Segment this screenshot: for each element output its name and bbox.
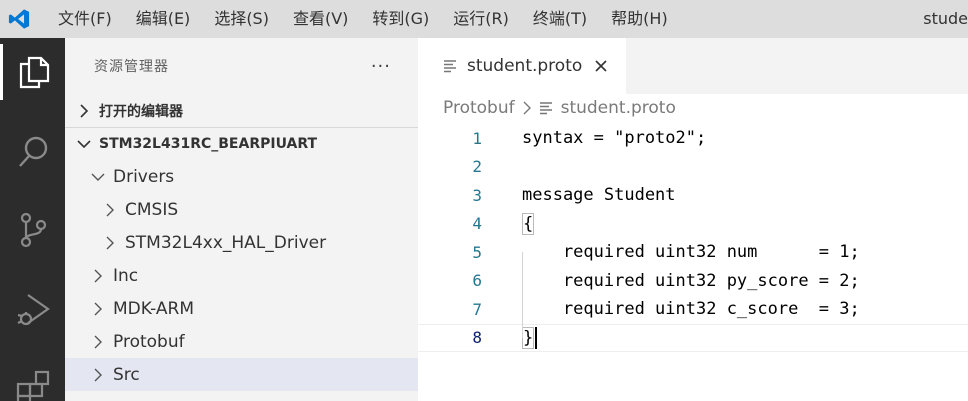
matched-brace: { <box>522 212 535 235</box>
code-line[interactable]: 2 <box>418 153 968 182</box>
menu-file[interactable]: 文件(F) <box>38 0 124 38</box>
chevron-right-icon <box>87 265 109 287</box>
vscode-logo-icon <box>0 0 38 38</box>
tree-item-label: MDK-ARM <box>113 298 194 319</box>
line-number: 8 <box>472 328 482 348</box>
tree-item-drivers[interactable]: Drivers <box>65 160 418 193</box>
more-actions-icon[interactable]: ··· <box>371 56 391 77</box>
tab-student-proto[interactable]: student.proto <box>418 38 626 94</box>
file-lines-icon <box>443 59 457 73</box>
run-debug-icon[interactable] <box>0 282 65 338</box>
editor-area: student.proto Protobuf student.proto 1 s… <box>418 38 968 401</box>
code-line[interactable]: 6 required uint32 py_score = 2; <box>418 267 968 296</box>
menu-help[interactable]: 帮助(H) <box>599 0 680 38</box>
tree-item-mdk-arm[interactable]: MDK-ARM <box>65 292 418 325</box>
tree-item-cmsis[interactable]: CMSIS <box>65 193 418 226</box>
chevron-right-icon <box>87 298 109 320</box>
explorer-sidebar: 资源管理器 ··· 打开的编辑器 STM32L431RC_BEARPIUART … <box>65 38 418 401</box>
line-text: { <box>522 212 535 235</box>
text-cursor <box>535 326 538 349</box>
editor-tabs: student.proto <box>418 38 968 94</box>
line-text: required uint32 py_score = 2; <box>522 270 860 291</box>
file-lines-icon <box>539 101 553 115</box>
menu-selection[interactable]: 选择(S) <box>202 0 281 38</box>
title-bar: 文件(F) 编辑(E) 选择(S) 查看(V) 转到(G) 运行(R) 终端(T… <box>0 0 968 38</box>
open-editors-section[interactable]: 打开的编辑器 <box>65 94 418 127</box>
chevron-right-icon <box>87 331 109 353</box>
menu-bar: 文件(F) 编辑(E) 选择(S) 查看(V) 转到(G) 运行(R) 终端(T… <box>38 0 680 38</box>
line-text: required uint32 c_score = 3; <box>522 299 860 320</box>
line-number: 3 <box>472 185 482 205</box>
menu-view[interactable]: 查看(V) <box>281 0 360 38</box>
tree-item-src[interactable]: Src <box>65 358 418 391</box>
chevron-down-icon <box>87 166 109 188</box>
tree-item-protobuf[interactable]: Protobuf <box>65 325 418 358</box>
menu-terminal[interactable]: 终端(T) <box>521 0 599 38</box>
code-line-current[interactable]: 8 } <box>418 323 968 352</box>
search-icon[interactable] <box>0 124 65 180</box>
breadcrumb-file[interactable]: student.proto <box>561 98 676 118</box>
explorer-header: 资源管理器 ··· <box>65 38 418 94</box>
tree-item-label: Drivers <box>113 166 175 187</box>
files-icon[interactable] <box>0 44 65 100</box>
breadcrumb: Protobuf student.proto <box>418 94 968 122</box>
tab-label: student.proto <box>467 56 583 76</box>
chevron-right-icon <box>73 100 95 122</box>
line-number: 6 <box>472 271 482 291</box>
line-text: } <box>522 326 538 349</box>
source-control-icon[interactable] <box>0 202 65 258</box>
chevron-right-icon <box>99 199 121 221</box>
tree-item-label: Inc <box>113 265 139 286</box>
code-line[interactable]: 3 message Student <box>418 181 968 210</box>
code-line[interactable]: 1 syntax = "proto2"; <box>418 124 968 153</box>
breadcrumb-folder[interactable]: Protobuf <box>443 98 515 118</box>
chevron-right-icon <box>87 364 109 386</box>
chevron-right-icon <box>523 101 531 115</box>
tree-item-label: Src <box>113 364 140 385</box>
menu-go[interactable]: 转到(G) <box>360 0 441 38</box>
window-title: stude <box>923 9 968 28</box>
tree-item-hal-driver[interactable]: STM32L4xx_HAL_Driver <box>65 226 418 259</box>
line-number: 2 <box>472 157 482 177</box>
code-line[interactable]: 4 { <box>418 210 968 239</box>
line-text: message Student <box>522 185 676 206</box>
line-number: 4 <box>472 214 482 234</box>
open-editors-label: 打开的编辑器 <box>99 103 183 120</box>
explorer-title: 资源管理器 <box>94 59 169 75</box>
project-name: STM32L431RC_BEARPIUART <box>99 136 318 152</box>
close-icon[interactable] <box>594 59 608 73</box>
line-text: required uint32 num = 1; <box>522 242 860 263</box>
tree-item-label: Protobuf <box>113 331 185 352</box>
project-section[interactable]: STM32L431RC_BEARPIUART <box>65 127 418 160</box>
line-text: syntax = "proto2"; <box>522 128 707 149</box>
menu-run[interactable]: 运行(R) <box>441 0 521 38</box>
code-line[interactable]: 7 required uint32 c_score = 3; <box>418 295 968 324</box>
line-number: 5 <box>472 242 482 262</box>
tree-item-label: STM32L4xx_HAL_Driver <box>125 232 327 253</box>
code-line[interactable]: 5 required uint32 num = 1; <box>418 238 968 267</box>
extensions-icon[interactable] <box>0 360 65 401</box>
chevron-down-icon <box>73 133 95 155</box>
code-editor[interactable]: 1 syntax = "proto2"; 2 3 message Student… <box>418 124 968 352</box>
matched-brace: } <box>522 326 535 349</box>
chevron-right-icon <box>99 232 121 254</box>
line-number: 7 <box>472 299 482 319</box>
tree-item-inc[interactable]: Inc <box>65 259 418 292</box>
line-number: 1 <box>472 128 482 148</box>
menu-edit[interactable]: 编辑(E) <box>124 0 203 38</box>
indent-guide <box>522 252 523 338</box>
activity-bar <box>0 38 65 401</box>
tree-item-label: CMSIS <box>125 199 179 220</box>
